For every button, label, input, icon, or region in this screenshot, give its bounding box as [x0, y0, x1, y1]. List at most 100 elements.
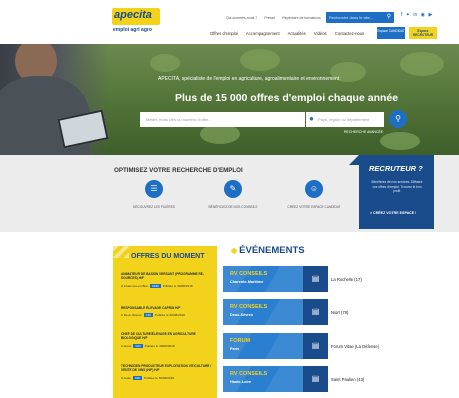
- recruteur-cta-link[interactable]: > CRÉEZ VOTRE ESPACE !: [370, 211, 416, 215]
- offer-location: Chaumes-en-Brie: [123, 283, 148, 288]
- feature-conseils[interactable]: ✎ BÉNÉFICIEZ DE NOS CONSEILS: [203, 180, 263, 220]
- candidate-space-icon: ☺: [305, 180, 323, 198]
- event-pattern: [223, 333, 303, 359]
- offer-item[interactable]: CHEF DE CULTURE/ÉLEVAGE EN AGRICULTURE B…: [121, 332, 213, 348]
- search-icon: ⚲: [395, 114, 401, 123]
- job-search-input[interactable]: Métier, mots clés ou numéro d'offre...: [140, 112, 305, 127]
- offer-date: Publiée le 30/08/2018: [144, 375, 175, 380]
- hero-foliage: [150, 54, 180, 72]
- job-search-placeholder: Métier, mots clés ou numéro d'offre...: [146, 117, 212, 122]
- event-place: Charente-Maritime: [230, 280, 264, 284]
- event-pattern: [223, 299, 303, 325]
- hero-subtitle: APECITA, spécialiste de l'emploi en agri…: [158, 76, 340, 82]
- event-name: FORUM: [230, 338, 251, 344]
- event-card[interactable]: RV CONSEILS Charente-Maritime ▤: [223, 266, 328, 292]
- calendar-icon: ▤: [303, 366, 328, 392]
- feature-label: DÉCOUVREZ LES FILIÈRES: [133, 205, 175, 209]
- event-location[interactable]: Saint Paulien (43): [331, 377, 364, 382]
- main-nav: Offres d'emploi Accompagnement Actualité…: [210, 31, 371, 36]
- event-card[interactable]: RV CONSEILS Haute-Loire ▤: [223, 366, 328, 392]
- advanced-search-link[interactable]: RECHERCHE AVANCÉE: [344, 130, 383, 134]
- event-card[interactable]: RV CONSEILS Deux-Sèvres ▤: [223, 299, 328, 325]
- offres-stripe: [113, 246, 129, 258]
- offres-header: OFFRES DU MOMENT: [113, 246, 217, 268]
- top-links: Qui sommes-nous ? Presse Répertoire de f…: [226, 16, 327, 20]
- nav-offres[interactable]: Offres d'emploi: [210, 31, 238, 36]
- site-search: ⚲: [326, 12, 394, 23]
- top-link-trainings[interactable]: Répertoire de formations: [282, 16, 321, 20]
- offer-title: RESPONSABLE ÉLEVAGE CAPRIN H/F: [121, 306, 181, 310]
- feature-filieres[interactable]: ☰ DÉCOUVREZ LES FILIÈRES: [124, 180, 184, 220]
- optimize-title: OPTIMISEZ VOTRE RECHERCHE D'EMPLOI: [114, 167, 243, 174]
- event-place: Deux-Sèvres: [230, 313, 254, 317]
- facebook-icon[interactable]: f: [401, 12, 402, 18]
- hero-foliage: [240, 49, 280, 71]
- sectors-icon: ☰: [145, 180, 163, 198]
- offres-du-moment: OFFRES DU MOMENT ANIMATEUR DE BASSIN VER…: [113, 246, 217, 398]
- offer-location: Deux-Sèvres: [123, 313, 142, 318]
- recruteur-corner: [349, 155, 359, 165]
- offer-item[interactable]: RESPONSABLE ÉLEVAGE CAPRIN H/F ● Deux-Sè…: [121, 306, 213, 318]
- feature-label: BÉNÉFICIEZ DE NOS CONSEILS: [208, 205, 258, 209]
- event-pattern: [223, 266, 303, 292]
- location-pin-icon: ●: [309, 114, 314, 123]
- apecita-logo[interactable]: apecita emploi agri agro: [112, 8, 160, 37]
- nav-contact[interactable]: Contactez-nous: [335, 31, 364, 36]
- location-search-placeholder: Pays, région ou département: [318, 117, 370, 122]
- evenements-title-text: ÉVÉNEMENTS: [239, 245, 305, 256]
- top-link-press[interactable]: Presse: [264, 16, 275, 20]
- instagram-icon[interactable]: ◉: [421, 12, 425, 18]
- nav-accompagnement[interactable]: Accompagnement: [246, 31, 280, 36]
- youtube-icon[interactable]: ▶: [428, 12, 432, 18]
- offer-location: Aisne: [123, 343, 132, 348]
- logo-text: apecita: [114, 9, 152, 21]
- location-search-input[interactable]: ● Pays, région ou département: [306, 112, 384, 127]
- advice-icon: ✎: [224, 180, 242, 198]
- hero-person-image: [0, 44, 110, 155]
- event-name: RV CONSEILS: [230, 271, 268, 277]
- offer-contract-badge: CDD: [150, 283, 161, 288]
- event-name: RV CONSEILS: [230, 371, 268, 377]
- search-icon[interactable]: ⚲: [387, 13, 391, 20]
- offres-title: OFFRES DU MOMENT: [131, 253, 205, 260]
- offer-meta: ● Deux-Sèvres CDI Publiée le 30/08/2018: [121, 313, 213, 318]
- event-card[interactable]: FORUM Paris ▤: [223, 333, 328, 359]
- event-place: Haute-Loire: [230, 380, 252, 384]
- offer-contract-badge: CDI: [133, 343, 143, 348]
- site-header: apecita emploi agri agro Qui sommes-nous…: [0, 0, 459, 44]
- offer-meta: ● Chaumes-en-Brie CDD Publiée le 30/08/201…: [121, 283, 213, 288]
- twitter-icon[interactable]: ✦: [406, 12, 410, 18]
- offer-location: Aude: [123, 375, 131, 380]
- recruteur-box: RECRUTEUR ? Bénéficiez de nos services. …: [349, 155, 434, 229]
- offer-date: Publiée le 30/08/2018: [162, 283, 193, 288]
- social-links: f ✦ in ◉ ▶: [401, 12, 434, 18]
- recruteur-description: Bénéficiez de nos services. Diffusez vos…: [371, 180, 423, 194]
- event-location[interactable]: Forum Vitae (La Défense): [331, 344, 379, 349]
- logo-tagline: emploi agri agro: [113, 27, 152, 33]
- job-search-button[interactable]: ⚲: [389, 110, 407, 128]
- location-pin-icon: ●: [121, 283, 123, 288]
- event-location[interactable]: La Rochelle (17): [331, 277, 362, 282]
- calendar-icon: ▤: [303, 299, 328, 325]
- evenements-title: ◆ ÉVÉNEMENTS: [231, 245, 305, 256]
- nav-videos[interactable]: Vidéos: [314, 31, 327, 36]
- espace-recruteur-button[interactable]: Espace RECRUTEUR: [409, 27, 437, 39]
- offer-meta: ● Aude CDI Publiée le 30/08/2018: [121, 375, 213, 380]
- event-location[interactable]: Niort (79): [331, 310, 348, 315]
- nav-actualites[interactable]: Actualités: [288, 31, 306, 36]
- event-place: Paris: [230, 347, 240, 351]
- hero-foliage: [200, 124, 240, 144]
- calendar-icon: ▤: [303, 266, 328, 292]
- top-link-about[interactable]: Qui sommes-nous ?: [226, 16, 257, 20]
- event-pattern: [223, 366, 303, 392]
- offer-item[interactable]: ANIMATEUR DE BASSIN VERSANT (PROGRAMME R…: [121, 272, 213, 288]
- linkedin-icon[interactable]: in: [413, 12, 417, 18]
- offer-title: ANIMATEUR DE BASSIN VERSANT (PROGRAMME R…: [121, 272, 204, 281]
- feature-espace-candidat[interactable]: ☺ CRÉEZ VOTRE ESPACE CANDIDAT: [284, 180, 344, 220]
- feature-label: CRÉEZ VOTRE ESPACE CANDIDAT: [287, 205, 341, 209]
- offer-item[interactable]: TECHNICIEN PRODUCTEUR EXPLOITATION VITIC…: [121, 364, 213, 380]
- site-search-input[interactable]: [329, 14, 379, 21]
- diamond-icon: ◆: [231, 246, 238, 255]
- espace-candidat-button[interactable]: Espace CANDIDAT: [377, 27, 405, 39]
- recruteur-title: RECRUTEUR ?: [369, 164, 423, 173]
